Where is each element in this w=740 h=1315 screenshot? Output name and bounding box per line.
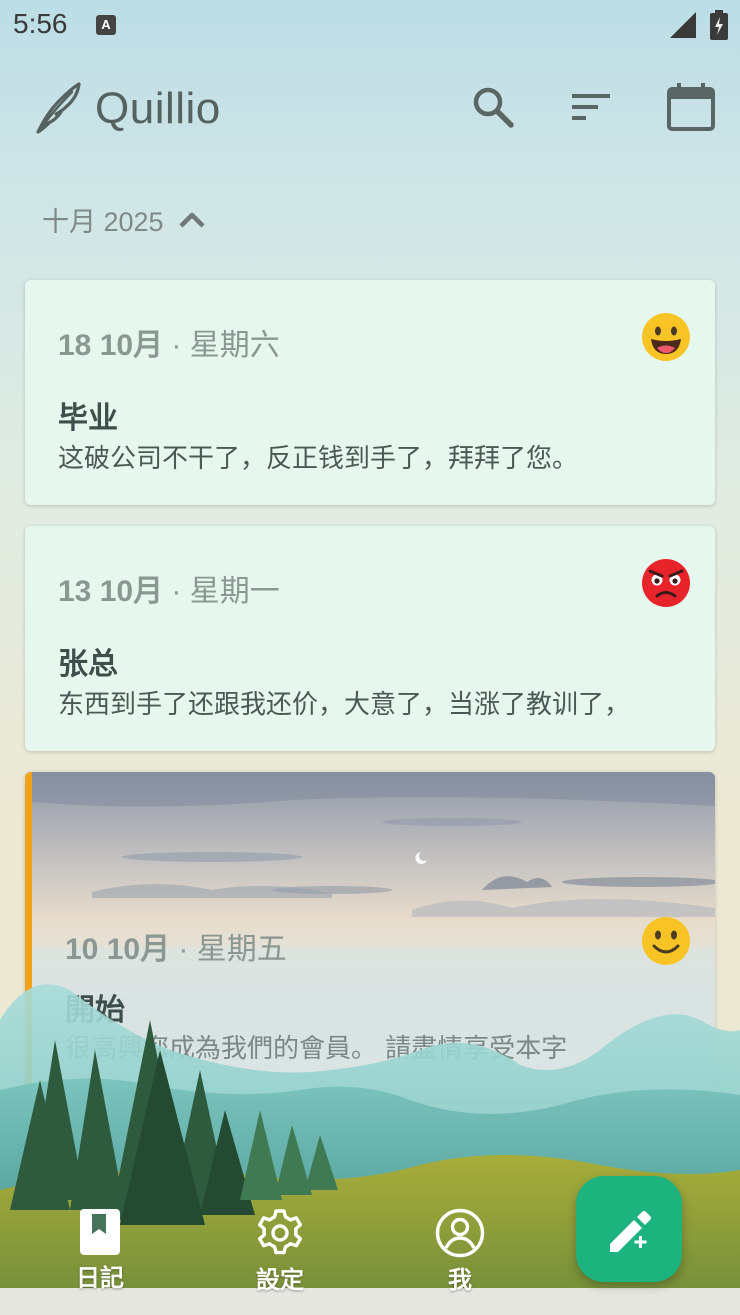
gear-icon	[258, 1209, 302, 1255]
notification-icon: A	[96, 15, 116, 35]
entry-date: 10 10月 · 星期五	[65, 924, 287, 968]
month-label: 十月 2025	[42, 207, 164, 237]
entry-title: 開始	[65, 993, 125, 1028]
grinning-face-icon	[642, 313, 690, 361]
angry-face-icon	[642, 559, 690, 607]
entry-weekday: · 星期六	[171, 329, 280, 362]
entry-weekday: · 星期一	[171, 575, 280, 608]
nav-item-me[interactable]: 我	[400, 1208, 520, 1295]
app-title: Quillio	[95, 84, 221, 133]
diary-entry-card[interactable]: 13 10月 · 星期一 张总 东西到手了还跟我还价，大意了，当涨了教训了，	[25, 526, 715, 751]
smiling-face-icon	[642, 917, 690, 965]
quill-logo-icon	[36, 82, 81, 134]
account-icon	[435, 1208, 485, 1258]
battery-icon	[710, 10, 728, 40]
nav-label: 設定	[256, 1266, 304, 1294]
sort-icon[interactable]	[568, 86, 614, 128]
diary-entry-card[interactable]: 18 10月 · 星期六 毕业 这破公司不干了，反正钱到手了，拜拜了您。	[25, 280, 715, 505]
entry-day: 13 10月	[58, 575, 164, 608]
entry-title: 毕业	[58, 401, 118, 436]
diary-entry-card[interactable]: 10 10月 · 星期五 開始 很高興您成為我們的會員。 請盡情享受本字	[25, 772, 715, 1102]
nav-item-settings[interactable]: 設定	[220, 1208, 340, 1295]
search-icon[interactable]	[470, 84, 516, 130]
entry-day: 10 10月	[65, 933, 171, 966]
entry-day: 18 10月	[58, 329, 164, 362]
entry-date: 18 10月 · 星期六	[58, 320, 280, 364]
status-bar: 5:56 A	[0, 0, 740, 52]
month-header[interactable]: 十月 2025	[42, 200, 206, 239]
bookmark-icon	[80, 1209, 120, 1255]
entry-date: 13 10月 · 星期一	[58, 566, 280, 610]
entry-weekday: · 星期五	[178, 933, 287, 966]
entry-body: 东西到手了还跟我还价，大意了，当涨了教训了，	[58, 690, 631, 720]
entry-body: 很高興您成為我們的會員。 請盡情享受本字	[65, 1034, 568, 1064]
chevron-up-icon	[178, 212, 205, 228]
entry-body: 这破公司不干了，反正钱到手了，拜拜了您。	[58, 444, 579, 474]
signal-icon	[670, 12, 696, 38]
nav-item-diary[interactable]: 日記	[40, 1208, 160, 1293]
nav-label: 日記	[76, 1264, 124, 1292]
entry-title: 张总	[58, 647, 118, 682]
new-entry-button[interactable]	[576, 1176, 682, 1282]
calendar-icon[interactable]	[666, 82, 716, 132]
nav-label: 我	[448, 1266, 472, 1294]
edit-add-icon	[610, 1211, 651, 1252]
status-time: 5:56	[13, 8, 68, 39]
